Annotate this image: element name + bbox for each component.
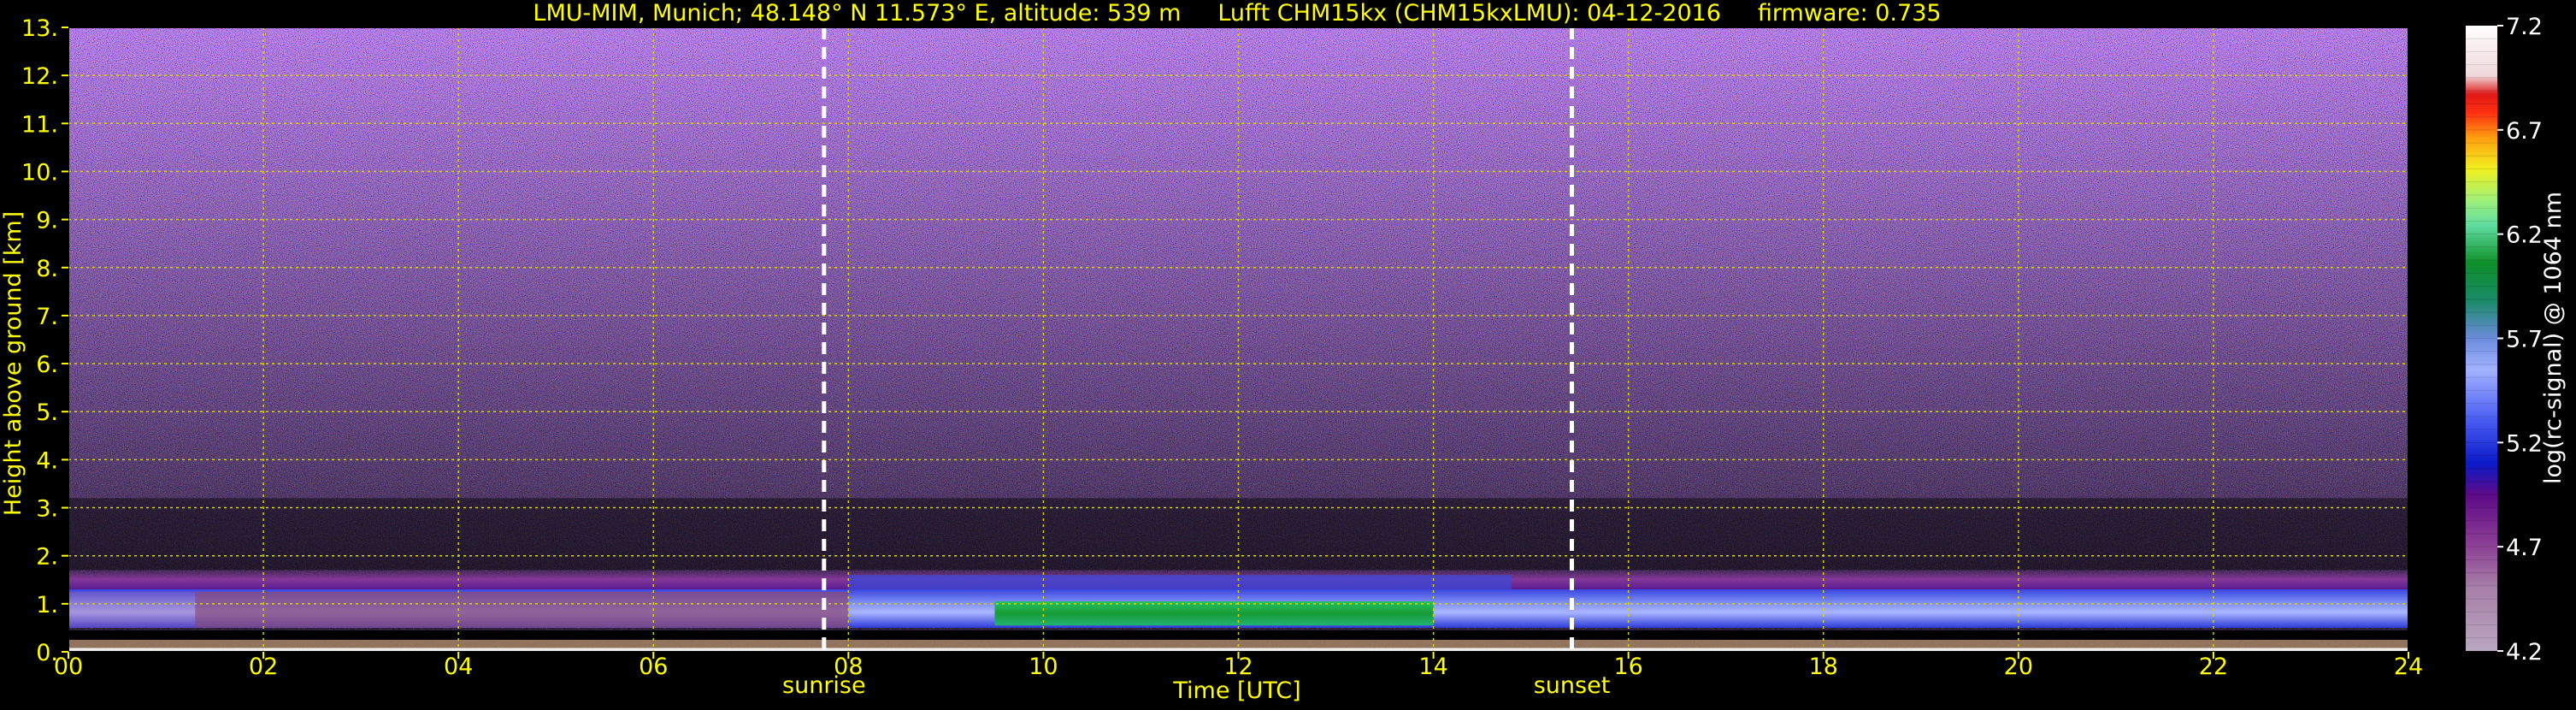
x-tick-label: 02 xyxy=(249,654,278,680)
colorbar-tick-label: 5.7 xyxy=(2506,327,2543,353)
y-tick-label: 9. xyxy=(36,208,58,234)
x-tick-label: 10 xyxy=(1029,654,1058,680)
x-tick-label: 18 xyxy=(1809,654,1838,680)
colorbar-label: log(rc-signal) @ 1064 nm xyxy=(2540,192,2567,484)
colorbar-ticks: 4.2 4.7 5.2 5.7 6.2 6.7 7.2 xyxy=(2497,14,2543,666)
y-tick-label: 10. xyxy=(21,159,58,186)
x-tick-label: 24 xyxy=(2394,654,2423,680)
chart-title: LMU-MIM, Munich; 48.148° N 11.573° E, al… xyxy=(533,0,1941,27)
x-tick-label: 12 xyxy=(1223,654,1253,680)
high-signal-layer xyxy=(994,601,1434,626)
x-axis-label: Time [UTC] xyxy=(1172,677,1300,704)
x-tick-label: 22 xyxy=(2199,654,2228,680)
daytime-layer-top xyxy=(848,575,1512,589)
x-tick-label: 08 xyxy=(834,654,863,680)
x-tick-label: 04 xyxy=(444,654,473,680)
colorbar-tick-label: 6.2 xyxy=(2506,222,2543,249)
colorbar-tick-label: 6.7 xyxy=(2506,118,2543,145)
y-tick-label: 11. xyxy=(21,111,58,138)
colorbar-tick-label: 5.2 xyxy=(2506,430,2543,457)
y-tick-label: 4. xyxy=(36,447,58,474)
x-tick-label: 14 xyxy=(1418,654,1447,680)
y-tick-label: 1. xyxy=(36,592,58,618)
ceilometer-figure: LMU-MIM, Munich; 48.148° N 11.573° E, al… xyxy=(0,0,2576,707)
y-tick-label: 7. xyxy=(36,304,58,330)
y-tick-label: 0. xyxy=(36,640,58,666)
x-tick-label: 20 xyxy=(2004,654,2033,680)
colorbar-tick-label: 7.2 xyxy=(2506,14,2543,40)
y-axis-label: Height above ground [km] xyxy=(0,211,27,516)
x-tick-label: 06 xyxy=(639,654,668,680)
marker-label-sunset: sunset xyxy=(1534,672,1611,699)
y-tick-label: 2. xyxy=(36,544,58,571)
y-tick-label: 13. xyxy=(21,15,58,42)
y-tick-label: 6. xyxy=(36,352,58,378)
y-tick-label: 3. xyxy=(36,496,58,523)
colorbar-tick-label: 4.2 xyxy=(2506,639,2543,666)
y-tick-label: 8. xyxy=(36,256,58,282)
night-layer-section-1 xyxy=(195,591,849,628)
colorbar: 4.2 4.7 5.2 5.7 6.2 6.7 7.2 log(rc-signal) @ 1… xyxy=(2466,14,2567,666)
night-layer-section-0 xyxy=(68,591,196,628)
x-tick-label: 16 xyxy=(1613,654,1642,680)
y-tick-label: 12. xyxy=(21,63,58,90)
colorbar-tick-label: 4.7 xyxy=(2506,535,2543,561)
y-tick-label: 5. xyxy=(36,399,58,426)
ceilometer-chart: LMU-MIM, Munich; 48.148° N 11.573° E, al… xyxy=(0,0,2567,704)
